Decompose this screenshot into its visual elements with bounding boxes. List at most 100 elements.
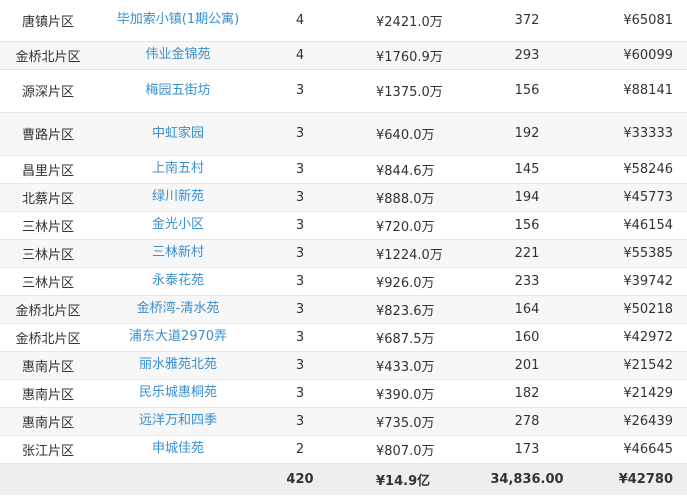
amount-cell: ¥433.0万 — [340, 351, 468, 380]
amount-cell: ¥1224.0万 — [340, 239, 468, 268]
table-row: 三林片区 金光小区 3 ¥720.0万 156 ¥46154 — [0, 211, 687, 240]
district-cell: 三林片区 — [0, 267, 96, 296]
community-cell[interactable]: 中虹家园 — [96, 112, 260, 156]
community-cell[interactable]: 永泰花苑 — [96, 267, 260, 296]
total-amount: ¥14.9亿 — [376, 473, 431, 489]
table-row: 唐镇片区 毕加索小镇(1期公寓) 4 ¥2421.0万 372 ¥65081 — [0, 0, 687, 42]
table-row: 金桥北片区 伟业金锦苑 4 ¥1760.9万 293 ¥60099 — [0, 41, 687, 70]
table-row: 金桥北片区 金桥湾-清水苑 3 ¥823.6万 164 ¥50218 — [0, 295, 687, 324]
amount-value: ¥844.6万 — [376, 163, 435, 179]
community-link[interactable]: 申城佳苑 — [152, 441, 204, 457]
avg-price-cell: ¥50218 — [586, 295, 687, 324]
avg-price-cell: ¥42972 — [586, 323, 687, 352]
community-link[interactable]: 三林新村 — [152, 245, 204, 261]
community-cell[interactable]: 民乐城惠桐苑 — [96, 379, 260, 408]
community-cell[interactable]: 金光小区 — [96, 211, 260, 240]
amount-value: ¥720.0万 — [376, 219, 435, 235]
community-link[interactable]: 永泰花苑 — [152, 273, 204, 289]
amount-cell: ¥844.6万 — [340, 155, 468, 184]
amount-value: ¥1224.0万 — [376, 247, 443, 263]
amount-value: ¥687.5万 — [376, 331, 435, 347]
community-cell[interactable]: 丽水雅苑北苑 — [96, 351, 260, 380]
avg-price-value: ¥39742 — [623, 273, 673, 289]
table-row: 惠南片区 丽水雅苑北苑 3 ¥433.0万 201 ¥21542 — [0, 351, 687, 380]
community-link[interactable]: 浦东大道2970弄 — [129, 329, 227, 345]
community-cell[interactable]: 金桥湾-清水苑 — [96, 295, 260, 324]
district-cell: 源深片区 — [0, 69, 96, 113]
community-cell[interactable]: 上南五村 — [96, 155, 260, 184]
area-cell: 160 — [468, 323, 586, 352]
district-cell: 惠南片区 — [0, 351, 96, 380]
community-link[interactable]: 丽水雅苑北苑 — [139, 357, 217, 373]
deals-cell: 3 — [260, 155, 340, 184]
table-row: 北蔡片区 绿川新苑 3 ¥888.0万 194 ¥45773 — [0, 183, 687, 212]
deals-cell: 4 — [260, 41, 340, 70]
area-cell: 221 — [468, 239, 586, 268]
deals-cell: 3 — [260, 112, 340, 156]
deals-cell: 3 — [260, 407, 340, 436]
deals-cell: 3 — [260, 267, 340, 296]
avg-price-cell: ¥26439 — [586, 407, 687, 436]
district-cell: 北蔡片区 — [0, 183, 96, 212]
deals-cell: 3 — [260, 69, 340, 113]
community-link[interactable]: 金光小区 — [152, 217, 204, 233]
area-cell: 164 — [468, 295, 586, 324]
table-row: 惠南片区 民乐城惠桐苑 3 ¥390.0万 182 ¥21429 — [0, 379, 687, 408]
avg-price-cell: ¥88141 — [586, 69, 687, 113]
avg-price-value: ¥65081 — [623, 12, 673, 28]
avg-price-value: ¥60099 — [623, 47, 673, 63]
community-link[interactable]: 绿川新苑 — [152, 189, 204, 205]
amount-cell: ¥1375.0万 — [340, 69, 468, 113]
amount-value: ¥823.6万 — [376, 303, 435, 319]
table-row: 金桥北片区 浦东大道2970弄 3 ¥687.5万 160 ¥42972 — [0, 323, 687, 352]
community-cell[interactable]: 浦东大道2970弄 — [96, 323, 260, 352]
amount-cell: ¥807.0万 — [340, 435, 468, 464]
community-link[interactable]: 远洋万和四季 — [139, 413, 217, 429]
avg-price-value: ¥55385 — [623, 245, 673, 261]
amount-cell: ¥735.0万 — [340, 407, 468, 436]
deals-cell: 3 — [260, 323, 340, 352]
avg-price-value: ¥21429 — [623, 385, 673, 401]
community-cell[interactable]: 远洋万和四季 — [96, 407, 260, 436]
district-cell: 三林片区 — [0, 211, 96, 240]
total-avg-price: ¥42780 — [618, 471, 673, 487]
community-cell[interactable]: 绿川新苑 — [96, 183, 260, 212]
district-cell: 惠南片区 — [0, 379, 96, 408]
amount-cell: ¥823.6万 — [340, 295, 468, 324]
deals-cell: 3 — [260, 211, 340, 240]
community-link[interactable]: 上南五村 — [152, 161, 204, 177]
area-cell: 156 — [468, 211, 586, 240]
area-cell: 372 — [468, 0, 586, 42]
community-cell[interactable]: 三林新村 — [96, 239, 260, 268]
table-row: 三林片区 三林新村 3 ¥1224.0万 221 ¥55385 — [0, 239, 687, 268]
community-cell[interactable]: 梅园五街坊 — [96, 69, 260, 113]
avg-price-value: ¥50218 — [623, 301, 673, 317]
community-link[interactable]: 伟业金锦苑 — [145, 47, 210, 63]
community-link[interactable]: 毕加索小镇(1期公寓) — [117, 12, 239, 28]
community-ranking-table: 唐镇片区 毕加索小镇(1期公寓) 4 ¥2421.0万 372 ¥65081 金桥北片区 伟业… — [0, 0, 687, 495]
deals-cell: 3 — [260, 351, 340, 380]
district-cell: 张江片区 — [0, 435, 96, 464]
table-row: 源深片区 梅园五街坊 3 ¥1375.0万 156 ¥88141 — [0, 69, 687, 113]
avg-price-value: ¥21542 — [623, 357, 673, 373]
amount-value: ¥640.0万 — [376, 128, 435, 143]
deals-cell: 3 — [260, 295, 340, 324]
avg-price-cell: ¥39742 — [586, 267, 687, 296]
community-link[interactable]: 金桥湾-清水苑 — [137, 301, 220, 317]
district-cell: 唐镇片区 — [0, 0, 96, 42]
community-link[interactable]: 中虹家园 — [152, 126, 204, 142]
community-cell[interactable]: 申城佳苑 — [96, 435, 260, 464]
deals-cell: 3 — [260, 379, 340, 408]
community-cell[interactable]: 伟业金锦苑 — [96, 41, 260, 70]
table-row: 三林片区 永泰花苑 3 ¥926.0万 233 ¥39742 — [0, 267, 687, 296]
district-cell: 曹路片区 — [0, 112, 96, 156]
district-cell: 三林片区 — [0, 239, 96, 268]
community-link[interactable]: 民乐城惠桐苑 — [139, 385, 217, 401]
avg-price-value: ¥58246 — [623, 161, 673, 177]
community-cell[interactable]: 毕加索小镇(1期公寓) — [96, 0, 260, 42]
area-cell: 173 — [468, 435, 586, 464]
community-link[interactable]: 梅园五街坊 — [145, 83, 210, 99]
avg-price-cell: ¥55385 — [586, 239, 687, 268]
total-district-cell — [0, 463, 96, 495]
avg-price-cell: ¥58246 — [586, 155, 687, 184]
